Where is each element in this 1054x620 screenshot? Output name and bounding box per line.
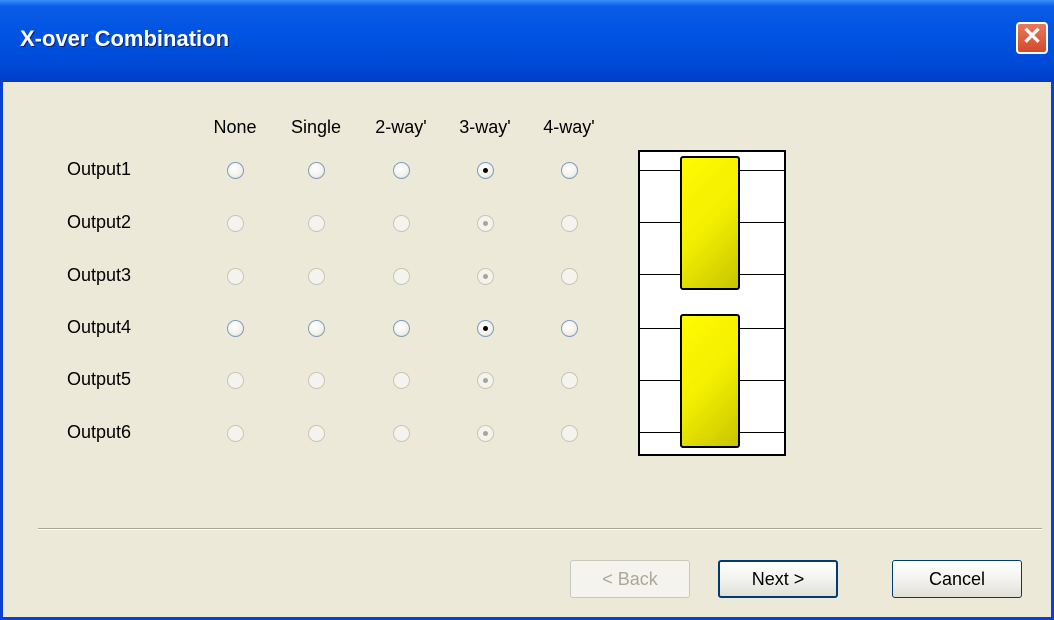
separator-line [38,528,1042,530]
column-header: 2-way' [375,117,427,137]
radio-button[interactable] [393,162,410,179]
radio-button[interactable] [477,162,494,179]
radio-button[interactable] [477,268,494,285]
output-label: Output3 [67,265,132,285]
next-button[interactable]: Next > [718,560,838,598]
close-icon: ✕ [1021,23,1043,50]
output-label: Output4 [67,317,132,337]
cancel-button[interactable]: Cancel [892,560,1022,598]
title-bar[interactable]: X-over Combination ✕ [0,0,1054,82]
back-button[interactable]: < Back [570,560,690,598]
radio-button[interactable] [308,268,325,285]
radio-button[interactable] [308,215,325,232]
crossover-diagram [638,150,786,456]
radio-button[interactable] [393,425,410,442]
radio-button[interactable] [227,215,244,232]
radio-selected-dot [483,221,488,226]
close-button[interactable]: ✕ [1016,22,1048,54]
radio-button[interactable] [477,320,494,337]
radio-selected-dot [483,168,488,173]
radio-button[interactable] [308,320,325,337]
radio-button[interactable] [308,372,325,389]
radio-button[interactable] [227,162,244,179]
radio-button[interactable] [393,372,410,389]
radio-button[interactable] [561,425,578,442]
radio-button[interactable] [561,162,578,179]
radio-button[interactable] [393,268,410,285]
column-header: None [213,117,257,137]
radio-button[interactable] [477,425,494,442]
radio-button[interactable] [227,268,244,285]
output-label: Output5 [67,369,132,389]
radio-button[interactable] [561,268,578,285]
column-header: 3-way' [459,117,511,137]
radio-button[interactable] [308,162,325,179]
column-header: Single [290,117,342,137]
radio-button[interactable] [393,320,410,337]
crossover-block-group-2 [680,314,740,448]
radio-button[interactable] [561,320,578,337]
radio-button[interactable] [561,215,578,232]
radio-button[interactable] [227,320,244,337]
radio-button[interactable] [227,372,244,389]
radio-selected-dot [483,326,488,331]
dialog-title: X-over Combination [20,26,230,51]
radio-button[interactable] [477,215,494,232]
radio-selected-dot [483,378,488,383]
column-header: 4-way' [543,117,595,137]
radio-button[interactable] [393,215,410,232]
radio-button[interactable] [561,372,578,389]
radio-button[interactable] [308,425,325,442]
output-label: Output2 [67,212,132,232]
output-label: Output1 [67,159,132,179]
radio-button[interactable] [477,372,494,389]
radio-selected-dot [483,431,488,436]
output-label: Output6 [67,422,132,442]
radio-selected-dot [483,274,488,279]
dialog-window: X-over Combination ✕ None Single 2-way' 3-w… [0,0,1054,620]
crossover-block-group-1 [680,156,740,290]
radio-button[interactable] [227,425,244,442]
